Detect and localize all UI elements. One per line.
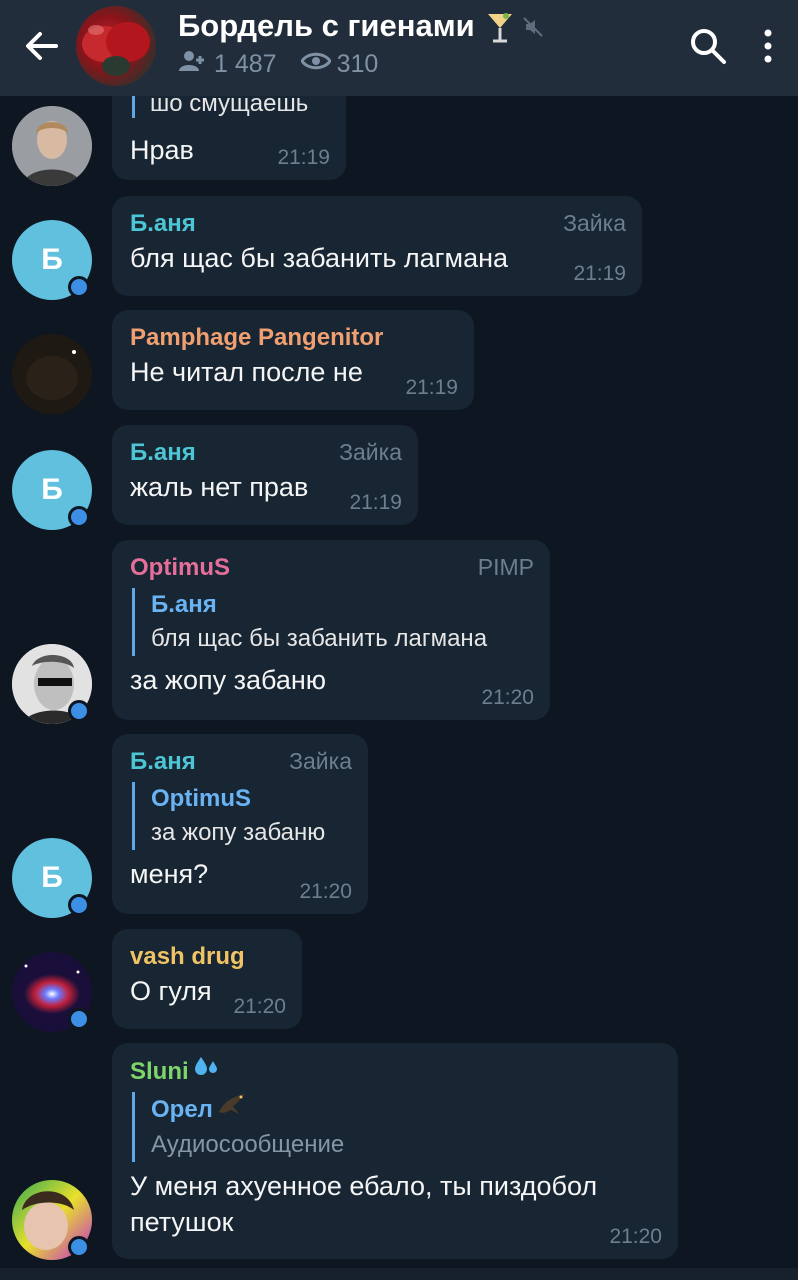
muted-icon [522,16,544,43]
message-text-line: петушок [130,1207,234,1237]
avatar[interactable] [12,952,92,1032]
message-text: У меня ахуенное ебало, ты пиздобол петуш… [130,1168,662,1240]
avatar[interactable] [12,644,92,724]
search-icon[interactable] [686,24,730,68]
online-indicator [68,1008,90,1030]
message-time: 21:20 [299,880,352,903]
quote-author: Орел [151,1092,662,1128]
avatar[interactable] [12,334,92,414]
chat-header: Бордель с гиенами 1 487 310 [0,0,798,96]
back-arrow-icon[interactable] [18,22,66,70]
more-options-icon[interactable] [748,24,788,68]
message-time: 21:19 [277,146,330,169]
eagle-icon [217,1092,247,1128]
message-time: 21:19 [349,491,402,514]
sender-name[interactable]: vash drug [130,941,286,973]
avatar[interactable]: Б [12,450,92,530]
message-bubble[interactable]: шо смущаешь Нрав 21:19 [112,84,346,180]
message-text: за жопу забаню [130,665,327,695]
chat-title[interactable]: Бордель с гиенами [178,8,475,44]
avatar[interactable] [12,1180,92,1260]
cocktail-icon [486,10,514,49]
online-indicator [68,1236,90,1258]
sweat-droplets-icon [193,1055,219,1088]
message-time: 21:20 [481,686,534,709]
avatar[interactable]: Б [12,220,92,300]
reply-quote[interactable]: Б.аня бля щас бы забанить лагмана [132,588,534,656]
chat-stats: 1 487 310 [178,50,394,79]
message-time: 21:19 [405,376,458,399]
members-count: 1 487 [214,50,277,78]
message-text: Нрав [130,135,194,165]
bottom-bar [0,1268,798,1280]
sender-name[interactable]: Sluni [130,1055,662,1088]
avatar[interactable] [12,106,92,186]
message-text-line: У меня ахуенное ебало, ты пиздобол [130,1171,598,1201]
online-indicator [68,700,90,722]
quote-author: OptimuS [151,785,251,812]
sender-name-text: Sluni [130,1057,189,1085]
member-title: PIMP [477,554,534,580]
message-time: 21:20 [233,995,286,1018]
message-text: бля щас бы забанить лагмана [130,243,509,273]
online-indicator [68,506,90,528]
reply-quote[interactable]: Орел Аудиосообщение [132,1092,662,1162]
message-time: 21:19 [573,262,626,285]
sender-name[interactable]: OptimuS [130,552,534,584]
message-bubble[interactable]: Sluni Орел Аудиосообщение У меня ахуенно… [112,1043,678,1259]
quote-author: Б.аня [151,591,217,618]
eye-icon [299,50,332,79]
member-title: Зайка [563,210,626,236]
message-bubble[interactable]: OptimuS PIMP Б.аня бля щас бы забанить л… [112,540,550,720]
chat-avatar[interactable] [76,6,156,86]
avatar[interactable]: Б [12,838,92,918]
quote-text: бля щас бы забанить лагмана [151,625,488,652]
quote-text: за жопу забаню [151,819,326,846]
message-bubble[interactable]: Б.аня Зайка жаль нет прав 21:19 [112,425,418,525]
online-indicator [68,894,90,916]
online-indicator [68,276,90,298]
message-bubble[interactable]: vash drug О гуля 21:20 [112,929,302,1029]
members-icon [178,50,208,79]
message-bubble[interactable]: Б.аня Зайка OptimuS за жопу забаню меня?… [112,734,368,914]
sender-name[interactable]: Б.аня [130,208,626,240]
message-bubble[interactable]: Б.аня Зайка бля щас бы забанить лагмана … [112,196,642,296]
message-time: 21:20 [609,1225,662,1248]
sender-name[interactable]: Pamphage Pangenitor [130,322,458,354]
quote-text: Аудиосообщение [151,1131,345,1158]
online-count: 310 [336,50,379,78]
quote-bar [132,94,135,118]
member-title: Зайка [339,439,402,465]
member-title: Зайка [289,748,352,774]
quote-author-text: Орел [151,1096,213,1123]
reply-quote[interactable]: OptimuS за жопу забаню [132,782,352,850]
message-bubble[interactable]: Pamphage Pangenitor Не читал после не 21… [112,310,474,410]
